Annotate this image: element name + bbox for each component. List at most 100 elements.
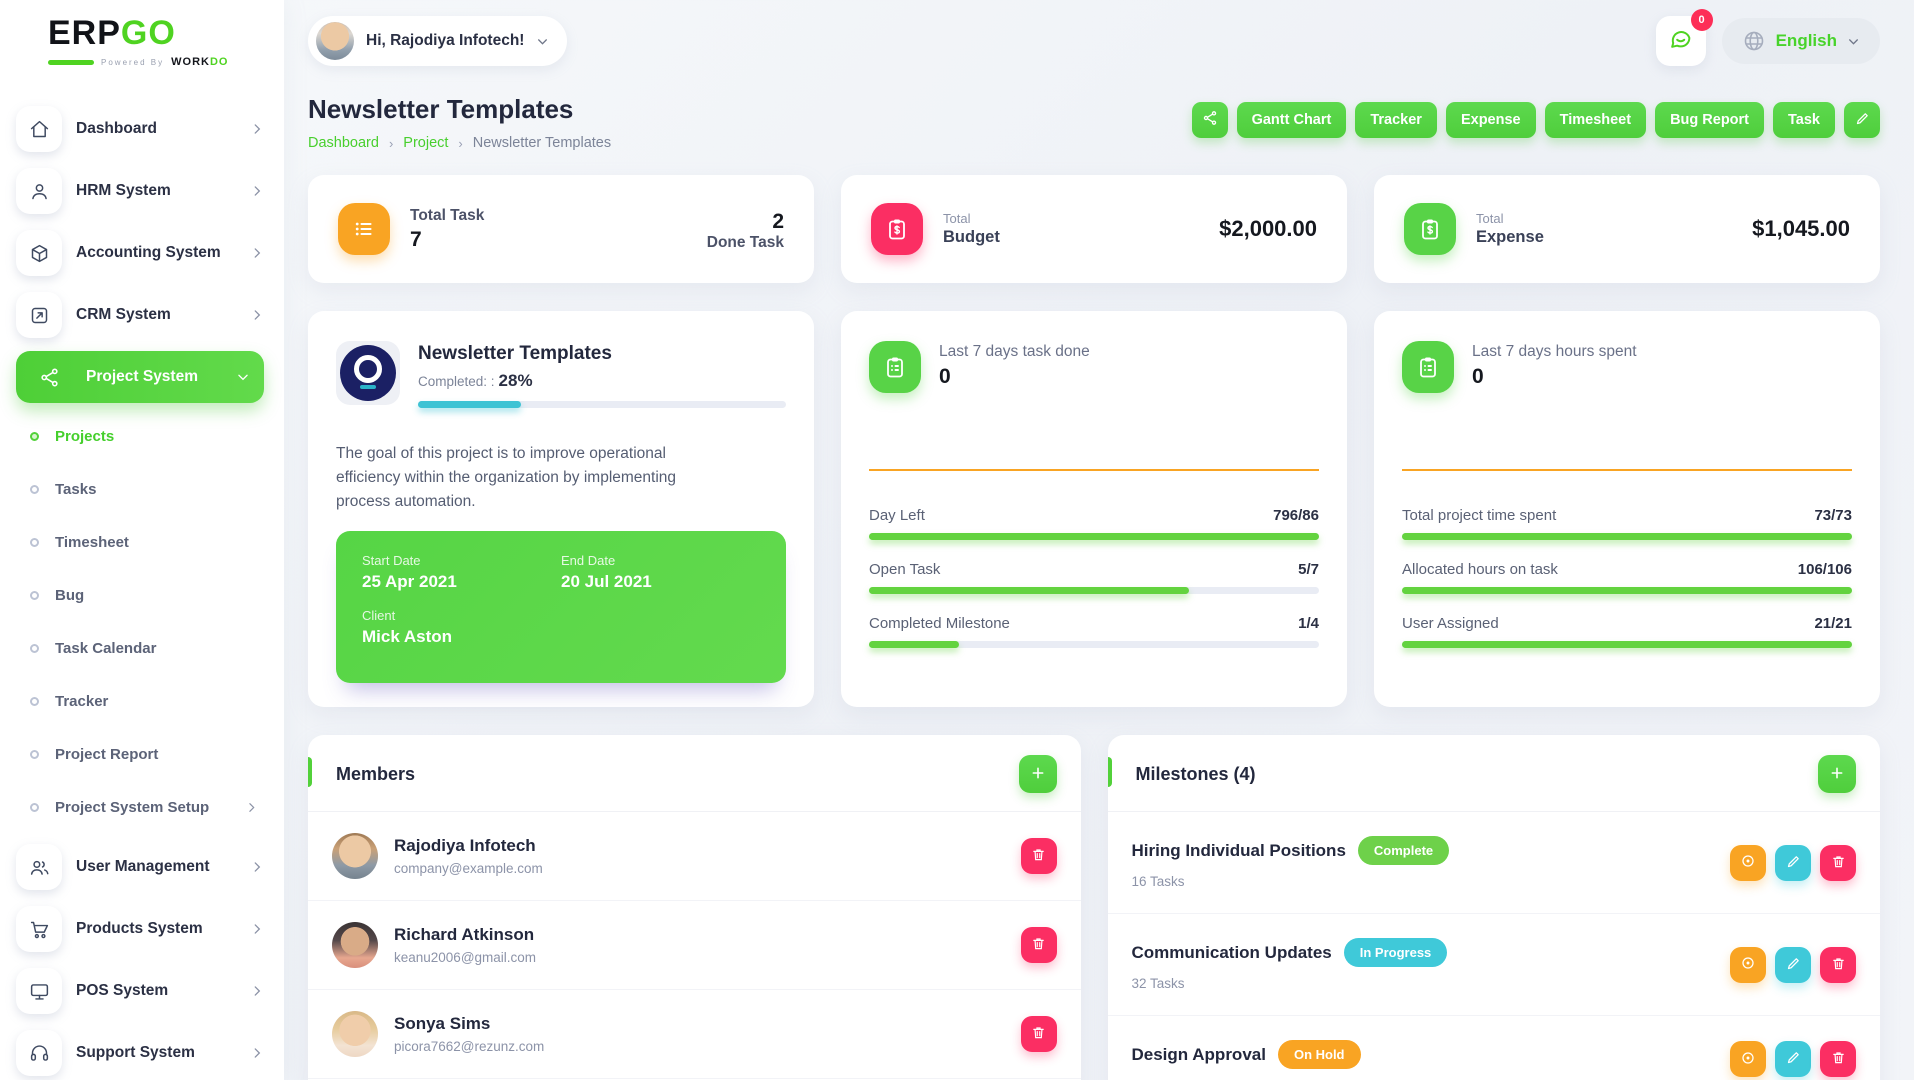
project-description: The goal of this project is to improve o… [336,442,726,514]
edit-milestone-button[interactable] [1775,1041,1811,1077]
delete-milestone-button[interactable] [1820,1041,1856,1077]
task-button[interactable]: Task [1773,102,1835,138]
progress-fill [869,641,959,648]
logo-underline [48,60,94,65]
bullet-icon [30,538,39,547]
bullet-icon [30,485,39,494]
edit-button[interactable] [1844,102,1880,138]
delete-member-button[interactable] [1021,927,1057,963]
chevron-right-icon [250,308,264,322]
header-actions: Gantt Chart Tracker Expense Timesheet Bu… [1192,102,1880,138]
sidebar-item-accounting[interactable]: Accounting System [16,222,264,284]
hours-week-card: Last 7 days hours spent 0 Total project … [1374,311,1880,707]
bullet-icon [30,591,39,600]
add-milestone-button[interactable] [1818,755,1856,793]
sidebar-item-hrm[interactable]: HRM System [16,160,264,222]
sidebar-subitem-projects[interactable]: Projects [30,410,264,463]
users-icon [16,844,62,890]
view-milestone-button[interactable] [1730,1041,1766,1077]
sidebar-subitem-label: Task Calendar [55,640,156,657]
view-milestone-button[interactable] [1730,845,1766,881]
edit-milestone-button[interactable] [1775,947,1811,983]
delete-milestone-button[interactable] [1820,947,1856,983]
sidebar-subitem-timesheet[interactable]: Timesheet [30,516,264,569]
messages-button[interactable]: 0 [1656,16,1706,66]
logo-text-go: GO [121,14,176,52]
progress-fill [1402,587,1852,594]
end-date-value: 20 Jul 2021 [561,572,760,592]
chevron-right-icon [250,922,264,936]
tracker-button[interactable]: Tracker [1355,102,1437,138]
app-root: ERPGO Powered By WORKDO Dashboard HRM Sy… [0,0,1914,1080]
sidebar-item-crm[interactable]: CRM System [16,284,264,346]
status-badge: On Hold [1278,1040,1361,1069]
bullet-icon [30,697,39,706]
progress-row-completed-milestone: Completed Milestone 1/4 [869,615,1319,648]
progress-fill [869,533,1319,540]
brand-logo[interactable]: ERPGO Powered By WORKDO [0,16,284,68]
trash-icon [1031,936,1046,954]
chevron-down-icon [1847,35,1860,48]
sidebar-subitem-project-system-setup[interactable]: Project System Setup [30,781,264,834]
sidebar-subitem-label: Project Report [55,746,158,763]
sidebar-item-support-system[interactable]: Support System [16,1022,264,1080]
user-menu[interactable]: Hi, Rajodiya Infotech! [308,16,567,66]
breadcrumb-project[interactable]: Project [403,135,448,151]
expense-clipboard-icon [1404,203,1456,255]
delete-member-button[interactable] [1021,1016,1057,1052]
share-button[interactable] [1192,102,1228,138]
breadcrumb-separator: › [389,136,393,151]
total-task-value: 7 [410,228,484,252]
member-email: keanu2006@gmail.com [394,950,1005,965]
sidebar-subitem-tracker[interactable]: Tracker [30,675,264,728]
delete-member-button[interactable] [1021,838,1057,874]
budget-value: $2,000.00 [1219,216,1317,242]
sidebar-item-project-system[interactable]: Project System [16,351,264,403]
sidebar-subitem-project-report[interactable]: Project Report [30,728,264,781]
status-badge: In Progress [1344,938,1448,967]
accent-bar [308,757,312,787]
sidebar-item-user-management[interactable]: User Management [16,836,264,898]
sidebar-subitem-bug[interactable]: Bug [30,569,264,622]
breadcrumb-dashboard[interactable]: Dashboard [308,135,379,151]
gantt-chart-button[interactable]: Gantt Chart [1237,102,1347,138]
hours-week-title: Last 7 days hours spent [1472,343,1637,361]
sidebar-subitem-tasks[interactable]: Tasks [30,463,264,516]
add-member-button[interactable] [1019,755,1057,793]
budget-label-top: Total [943,211,1000,226]
sidebar-item-products-system[interactable]: Products System [16,898,264,960]
progress-label: Open Task [869,561,940,578]
progress-row-allocated-hours: Allocated hours on task 106/106 [1402,561,1852,594]
chevron-right-icon [250,246,264,260]
sidebar-item-dashboard[interactable]: Dashboard [16,98,264,160]
sidebar-item-label: Accounting System [76,244,236,262]
sidebar-item-pos-system[interactable]: POS System [16,960,264,1022]
member-email: company@example.com [394,861,1005,876]
edit-milestone-button[interactable] [1775,845,1811,881]
timesheet-button[interactable]: Timesheet [1545,102,1646,138]
trash-icon [1031,847,1046,865]
logo-text-erp: ERP [48,14,121,52]
budget-label: Budget [943,228,1000,247]
layout-icon [16,292,62,338]
sidebar-subitem-task-calendar[interactable]: Task Calendar [30,622,264,675]
bug-report-button[interactable]: Bug Report [1655,102,1764,138]
end-date-label: End Date [561,553,760,568]
expense-button[interactable]: Expense [1446,102,1536,138]
completed-value: 28% [499,371,533,390]
sidebar: ERPGO Powered By WORKDO Dashboard HRM Sy… [0,0,284,1080]
progress-value: 73/73 [1814,507,1852,524]
breadcrumb: Dashboard › Project › Newsletter Templat… [308,135,611,151]
view-milestone-button[interactable] [1730,947,1766,983]
powered-brand-green: DO [210,56,229,68]
member-name: Rajodiya Infotech [394,836,1005,856]
members-card: Members Rajodiya Infotech company@exampl… [308,735,1081,1080]
language-selector[interactable]: English [1722,18,1880,64]
cart-icon [16,906,62,952]
chevron-right-icon [250,984,264,998]
tasks-week-card: Last 7 days task done 0 Day Left 796/86 [841,311,1347,707]
delete-milestone-button[interactable] [1820,845,1856,881]
chat-icon [1668,26,1693,56]
hours-week-sparkline [1402,469,1852,471]
share-nodes-icon [26,354,72,400]
